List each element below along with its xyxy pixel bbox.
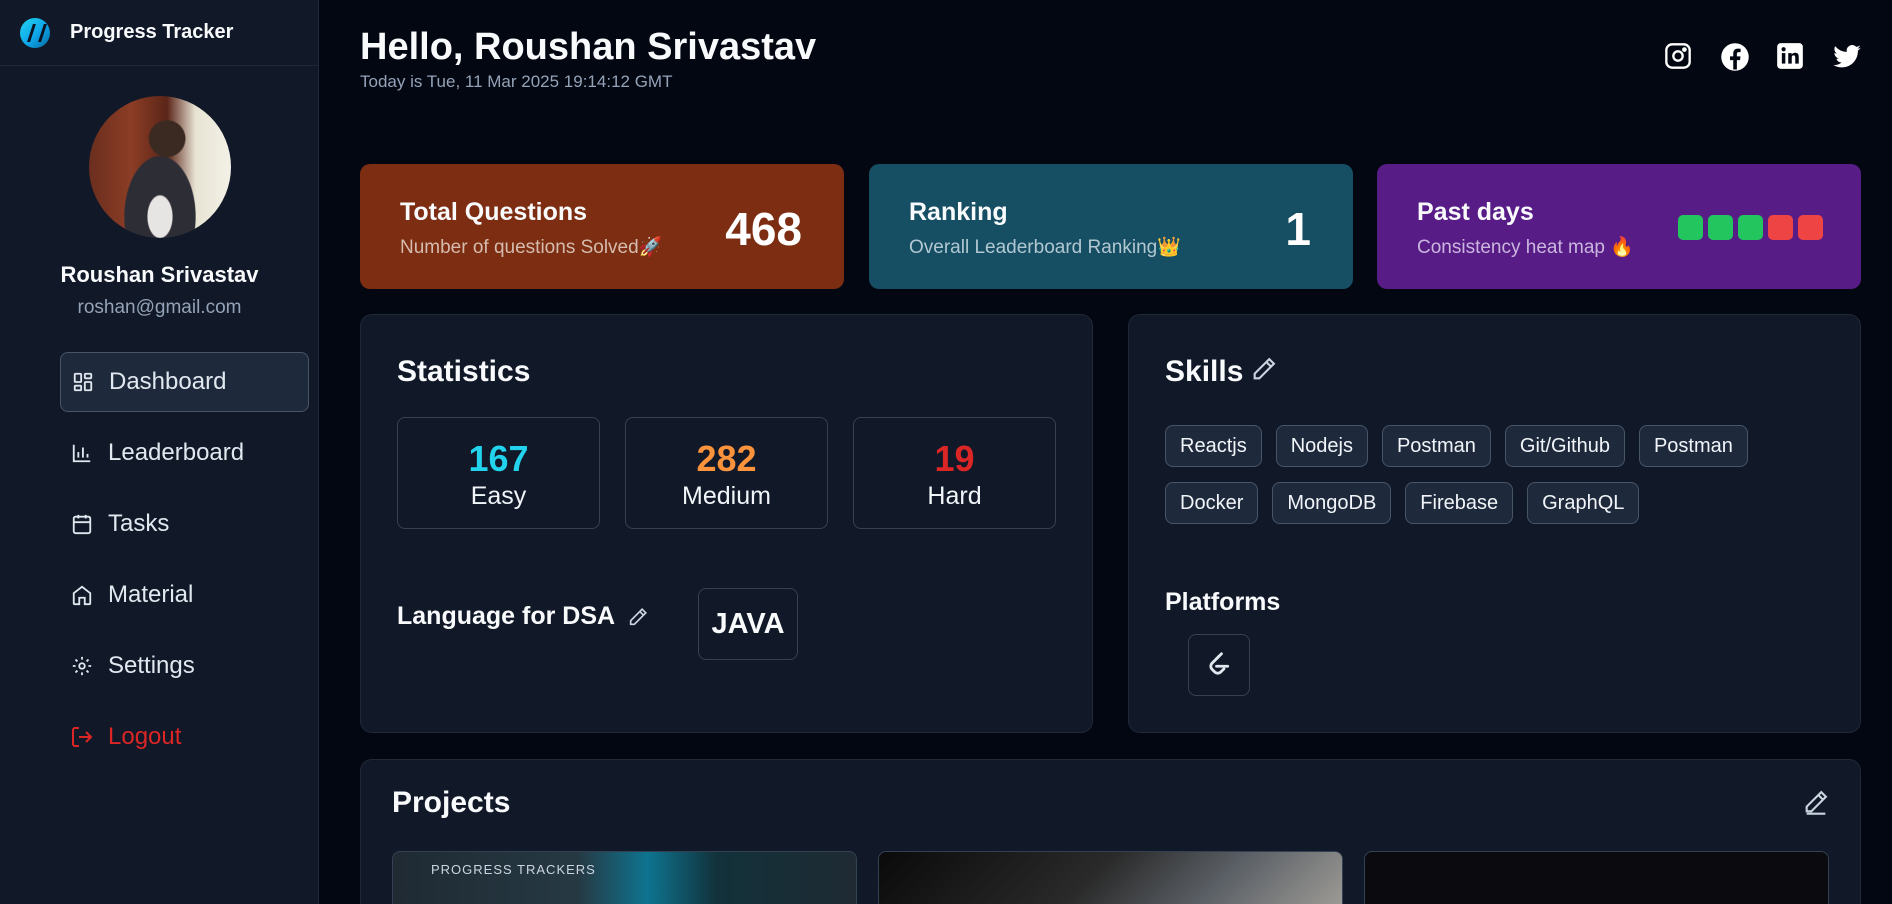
twitter-icon[interactable]	[1832, 42, 1862, 72]
skill-chip[interactable]: Postman	[1638, 425, 1748, 467]
skill-chip[interactable]: Nodejs	[1275, 425, 1368, 467]
sidebar-item-label: Material	[108, 581, 194, 608]
page-title: Hello, Roushan Srivastav	[360, 26, 817, 68]
card-subtitle: Overall Leaderboard Ranking👑	[909, 237, 1181, 258]
social-links	[1664, 42, 1862, 72]
edit-language-icon[interactable]	[627, 606, 649, 628]
project-thumbnail-caption: PROGRESS TRACKERS	[431, 862, 596, 877]
medium-count: 282	[696, 438, 757, 479]
projects-title: Projects	[392, 786, 511, 819]
skills-row-1: Reactjs Nodejs Postman Git/Github Postma…	[1165, 425, 1748, 467]
total-questions-card: Total Questions Number of questions Solv…	[360, 164, 844, 289]
linkedin-icon[interactable]	[1776, 42, 1806, 72]
sidebar: Progress Tracker Roushan Srivastav rosha…	[0, 0, 319, 904]
skill-chip[interactable]: MongoDB	[1272, 482, 1392, 524]
ranking-value: 1	[1285, 203, 1311, 255]
edit-skills-icon[interactable]	[1250, 355, 1278, 383]
sidebar-item-dashboard[interactable]: Dashboard	[60, 352, 309, 412]
past-days-card: Past days Consistency heat map 🔥	[1377, 164, 1861, 289]
heatmap-cell	[1678, 215, 1703, 240]
current-date: Today is Tue, 11 Mar 2025 19:14:12 GMT	[360, 72, 673, 91]
medium-stat: 282 Medium	[625, 417, 828, 529]
fire-icon: 🔥	[1610, 237, 1634, 258]
gear-icon	[70, 654, 94, 678]
brand[interactable]: Progress Tracker	[0, 0, 318, 66]
bar-chart-icon	[70, 441, 94, 465]
heatmap-cell	[1798, 215, 1823, 240]
sidebar-item-label: Leaderboard	[108, 439, 245, 466]
ranking-card: Ranking Overall Leaderboard Ranking👑 1	[869, 164, 1353, 289]
rocket-icon: 🚀	[638, 237, 663, 258]
medium-label: Medium	[682, 482, 771, 510]
statistics-panel: Statistics 167 Easy 282 Medium 19 Hard L…	[360, 314, 1093, 733]
sidebar-item-leaderboard[interactable]: Leaderboard	[60, 423, 309, 483]
easy-stat: 167 Easy	[397, 417, 600, 529]
sidebar-item-logout[interactable]: Logout	[60, 707, 309, 767]
heatmap-cell	[1708, 215, 1733, 240]
skill-chip[interactable]: Postman	[1381, 425, 1491, 467]
skill-chip[interactable]: Firebase	[1405, 482, 1514, 524]
avatar	[89, 96, 231, 238]
brand-name: Progress Tracker	[70, 21, 234, 43]
sidebar-item-label: Logout	[108, 723, 182, 750]
facebook-icon[interactable]	[1720, 42, 1750, 72]
profile-name: Roushan Srivastav	[60, 262, 259, 287]
instagram-icon[interactable]	[1664, 42, 1694, 72]
crown-icon: 👑	[1157, 237, 1181, 258]
heatmap-cell	[1768, 215, 1793, 240]
projects-panel: Projects PROGRESS TRACKERS	[360, 759, 1861, 904]
total-questions-value: 468	[725, 203, 802, 255]
skill-chip[interactable]: Git/Github	[1504, 425, 1625, 467]
easy-count: 167	[468, 438, 529, 479]
calendar-icon	[70, 512, 94, 536]
sidebar-item-tasks[interactable]: Tasks	[60, 494, 309, 554]
skill-chip[interactable]: GraphQL	[1527, 482, 1640, 524]
sidebar-item-material[interactable]: Material	[60, 565, 309, 625]
sidebar-item-settings[interactable]: Settings	[60, 636, 309, 696]
skill-chip[interactable]: Reactjs	[1165, 425, 1262, 467]
sidebar-nav: Dashboard Leaderboard Tasks Material Set…	[60, 352, 309, 778]
platform-leetcode[interactable]	[1188, 634, 1250, 696]
skills-panel: Skills Reactjs Nodejs Postman Git/Github…	[1128, 314, 1861, 733]
project-thumbnail[interactable]	[878, 851, 1343, 904]
language-value[interactable]: JAVA	[698, 588, 798, 660]
heatmap	[1678, 215, 1823, 240]
project-thumbnail[interactable]: PROGRESS TRACKERS	[392, 851, 857, 904]
skills-title: Skills	[1165, 355, 1244, 388]
hard-count: 19	[934, 438, 975, 479]
platforms-title: Platforms	[1165, 588, 1281, 616]
skills-row-2: Docker MongoDB Firebase GraphQL	[1165, 482, 1640, 524]
hard-stat: 19 Hard	[853, 417, 1056, 529]
language-label: Language for DSA	[397, 602, 649, 631]
logout-icon	[70, 725, 94, 749]
sidebar-item-label: Dashboard	[109, 368, 227, 395]
card-title: Ranking	[909, 198, 1008, 226]
sidebar-item-label: Settings	[108, 652, 195, 679]
logo-icon	[20, 17, 50, 48]
hard-label: Hard	[927, 482, 982, 510]
easy-label: Easy	[470, 482, 527, 510]
home-icon	[70, 583, 94, 607]
profile-email: roshan@gmail.com	[77, 297, 242, 318]
project-thumbnail[interactable]	[1364, 851, 1829, 904]
dashboard-icon	[71, 370, 95, 394]
skill-chip[interactable]: Docker	[1165, 482, 1259, 524]
statistics-title: Statistics	[397, 355, 531, 388]
leetcode-icon	[1209, 652, 1230, 675]
edit-projects-icon[interactable]	[1802, 788, 1830, 816]
sidebar-item-label: Tasks	[108, 510, 170, 537]
heatmap-cell	[1738, 215, 1763, 240]
